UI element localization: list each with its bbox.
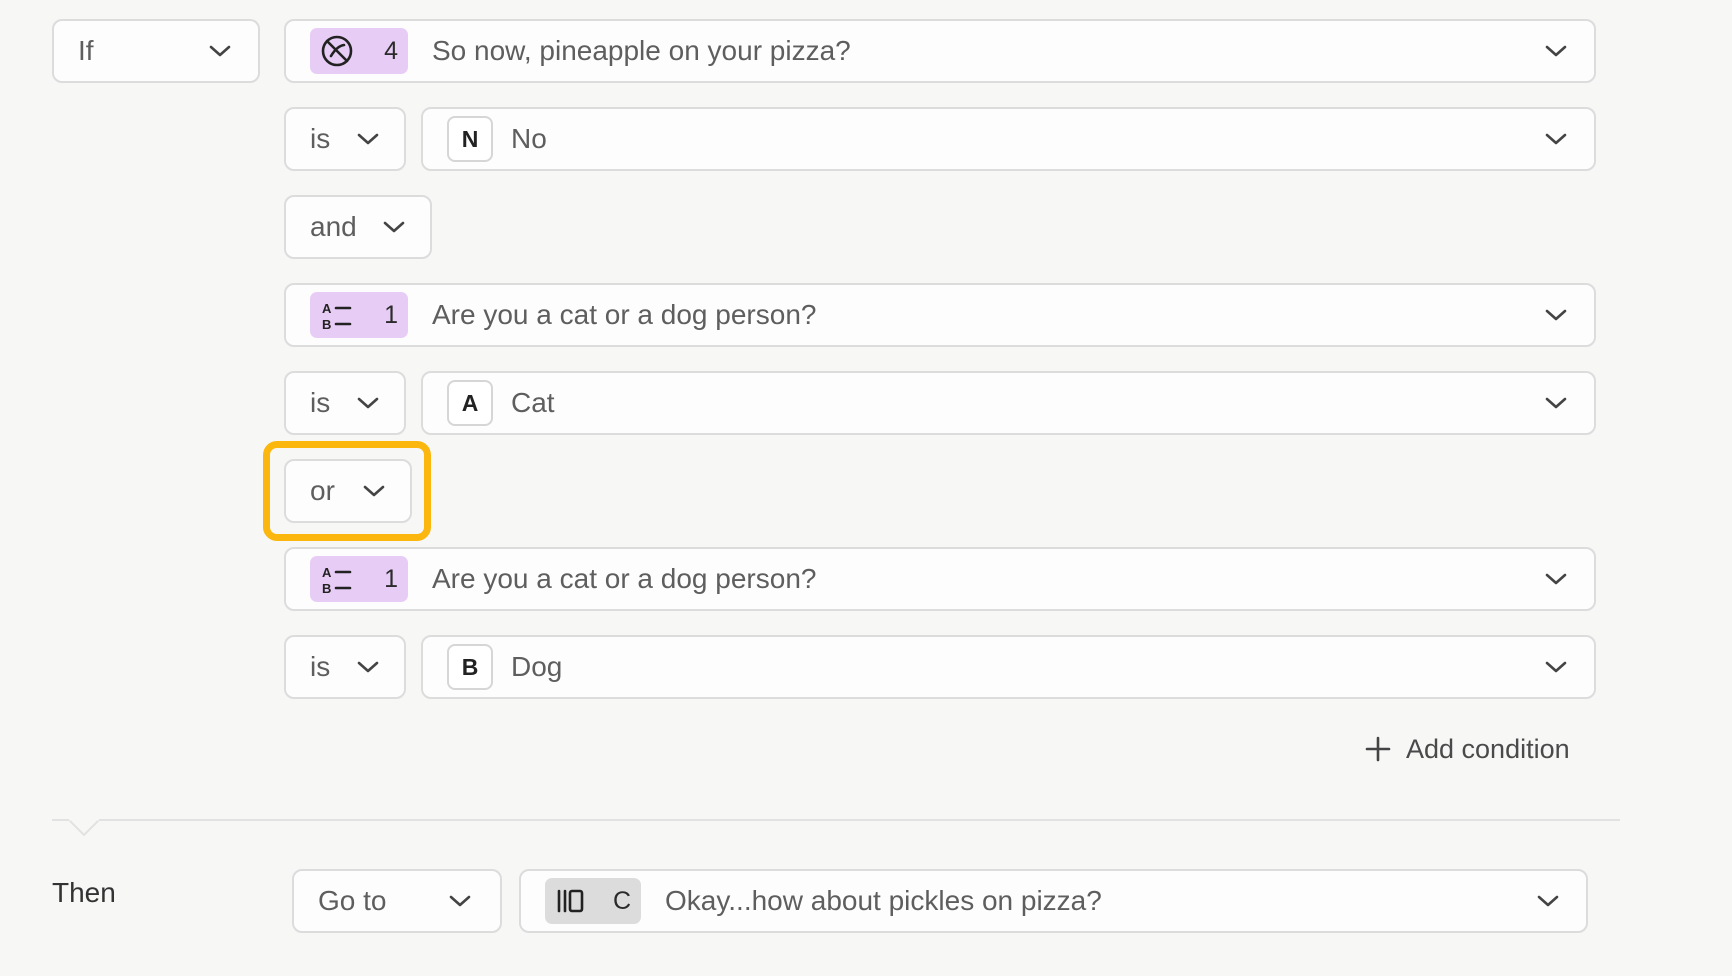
- joiner-select-or[interactable]: or: [284, 459, 412, 523]
- target-letter: C: [612, 886, 631, 915]
- chevron-down-icon: [356, 130, 380, 148]
- question-number: 4: [384, 36, 398, 65]
- answer-letter-badge: B: [447, 644, 493, 690]
- chevron-down-icon: [1544, 130, 1568, 148]
- target-badge: C: [545, 878, 641, 924]
- then-label: Then: [52, 877, 116, 908]
- question-select-3[interactable]: AB 1 Are you a cat or a dog person?: [284, 547, 1596, 611]
- question-badge: AB 1: [310, 556, 408, 602]
- answer-letter-badge: N: [447, 116, 493, 162]
- svg-text:A: A: [322, 565, 332, 580]
- question-select-2[interactable]: AB 1 Are you a cat or a dog person?: [284, 283, 1596, 347]
- answer-text: No: [511, 123, 547, 154]
- chevron-down-icon: [1544, 570, 1568, 588]
- answer-text: Cat: [511, 387, 555, 418]
- joiner-select-and[interactable]: and: [284, 195, 432, 259]
- chevron-down-icon: [1544, 394, 1568, 412]
- multiple-choice-icon: AB: [322, 301, 352, 332]
- svg-text:A: A: [322, 301, 332, 316]
- action-select[interactable]: Go to: [292, 869, 502, 933]
- plus-icon: [1365, 736, 1391, 762]
- chevron-down-icon: [356, 658, 380, 676]
- action-label: Go to: [318, 885, 387, 916]
- answer-select-2[interactable]: A Cat: [421, 371, 1596, 435]
- question-number: 1: [384, 300, 398, 329]
- question-text: So now, pineapple on your pizza?: [432, 35, 851, 66]
- joiner-label: and: [310, 211, 357, 242]
- operator-select-1[interactable]: is: [284, 107, 406, 171]
- target-select[interactable]: C Okay...how about pickles on pizza?: [519, 869, 1588, 933]
- chevron-down-icon: [1544, 306, 1568, 324]
- chevron-down-icon: [448, 892, 472, 910]
- operator-select-2[interactable]: is: [284, 371, 406, 435]
- multiple-choice-icon: AB: [322, 565, 352, 596]
- operator-label: is: [310, 387, 331, 418]
- operator-label: is: [310, 123, 331, 154]
- answer-letter-badge: A: [447, 380, 493, 426]
- operator-label: is: [310, 651, 331, 682]
- question-badge: 4: [310, 28, 408, 74]
- chevron-down-icon: [208, 42, 232, 60]
- joiner-label: or: [310, 475, 335, 506]
- if-select[interactable]: If: [52, 19, 260, 83]
- answer-text: Dog: [511, 651, 563, 682]
- question-text: Are you a cat or a dog person?: [432, 299, 817, 330]
- svg-text:B: B: [322, 581, 331, 596]
- chevron-down-icon: [1536, 892, 1560, 910]
- answer-select-3[interactable]: B Dog: [421, 635, 1596, 699]
- chevron-down-icon: [356, 394, 380, 412]
- question-select-1[interactable]: 4 So now, pineapple on your pizza?: [284, 19, 1596, 83]
- target-text: Okay...how about pickles on pizza?: [665, 885, 1102, 916]
- divider-notch: [68, 819, 100, 837]
- question-badge: AB 1: [310, 292, 408, 338]
- if-select-label: If: [78, 35, 94, 66]
- chevron-down-icon: [362, 482, 386, 500]
- svg-text:B: B: [322, 317, 331, 332]
- section-divider: [52, 819, 1620, 821]
- chevron-down-icon: [382, 218, 406, 236]
- chevron-down-icon: [1544, 42, 1568, 60]
- add-condition-button[interactable]: Add condition: [1364, 729, 1570, 769]
- operator-select-3[interactable]: is: [284, 635, 406, 699]
- question-text: Are you a cat or a dog person?: [432, 563, 817, 594]
- answer-select-1[interactable]: N No: [421, 107, 1596, 171]
- chevron-down-icon: [1544, 658, 1568, 676]
- statement-icon: [557, 889, 584, 913]
- question-number: 1: [384, 564, 398, 593]
- opinion-scale-icon: [321, 35, 353, 67]
- add-condition-label: Add condition: [1406, 733, 1570, 764]
